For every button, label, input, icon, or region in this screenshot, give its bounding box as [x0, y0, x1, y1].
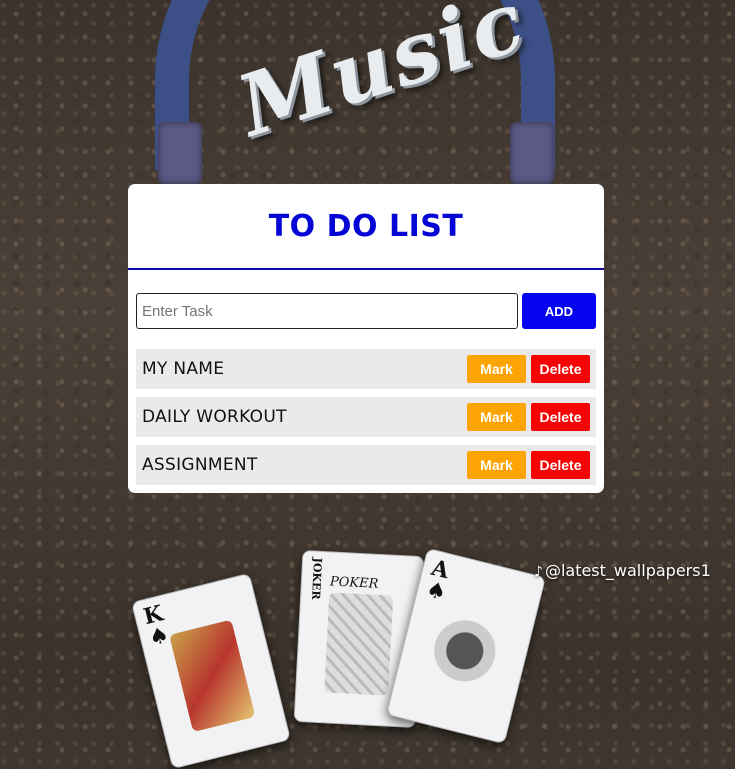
task-list: MY NAME Mark Delete DAILY WORKOUT Mark D… — [136, 349, 596, 493]
king-card-corner: K ♠ — [141, 600, 172, 652]
watermark-text: @latest_wallpapers1 — [544, 561, 711, 580]
mark-button[interactable]: Mark — [467, 403, 526, 431]
poker-label: POKER — [329, 574, 379, 592]
task-text: MY NAME — [142, 359, 225, 379]
add-button[interactable]: ADD — [522, 293, 596, 329]
joker-figure-image — [324, 592, 394, 696]
mark-button[interactable]: Mark — [467, 451, 526, 479]
tiktok-icon: ♪ — [534, 564, 543, 580]
task-item: MY NAME Mark Delete — [136, 349, 596, 389]
todo-header: TO DO LIST — [128, 184, 604, 270]
spade-icon: ♠ — [146, 621, 172, 652]
watermark: ♪ @latest_wallpapers1 — [534, 561, 711, 580]
ace-figure-image — [421, 594, 508, 708]
task-item: ASSIGNMENT Mark Delete — [136, 445, 596, 485]
delete-button[interactable]: Delete — [531, 355, 590, 383]
task-text: DAILY WORKOUT — [142, 407, 287, 427]
headphones-right-cup-image — [510, 122, 554, 184]
king-card-image: K ♠ — [131, 572, 291, 769]
headphones-left-cup-image — [158, 122, 202, 184]
card-rank: JOKER — [309, 557, 325, 600]
delete-button[interactable]: Delete — [531, 403, 590, 431]
add-task-row: ADD — [136, 293, 596, 329]
todo-container: TO DO LIST ADD MY NAME Mark Delete DAILY… — [128, 184, 604, 493]
task-input[interactable] — [136, 293, 518, 329]
page-title: TO DO LIST — [268, 208, 464, 244]
delete-button[interactable]: Delete — [531, 451, 590, 479]
task-text: ASSIGNMENT — [142, 455, 258, 475]
task-item: DAILY WORKOUT Mark Delete — [136, 397, 596, 437]
mark-button[interactable]: Mark — [467, 355, 526, 383]
